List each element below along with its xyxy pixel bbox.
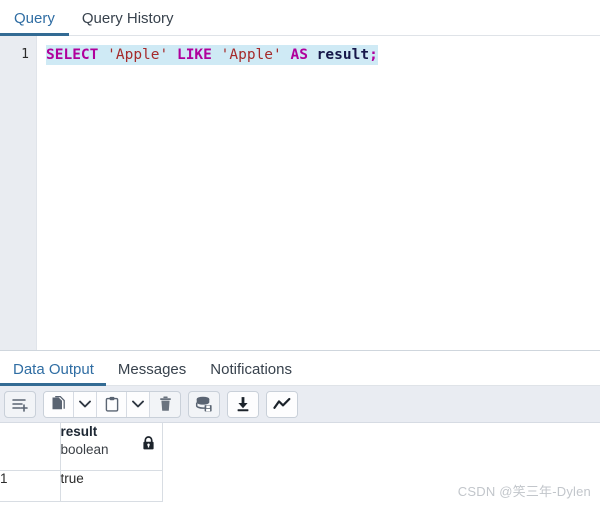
add-row-icon	[11, 397, 29, 412]
row-number-cell[interactable]: 1	[0, 470, 61, 502]
toolbar-group-row-ops	[4, 390, 36, 418]
copy-icon	[51, 396, 66, 412]
lock-icon	[142, 436, 155, 455]
result-grid-head: result boolean	[0, 423, 163, 471]
sql-token-space	[212, 47, 221, 63]
result-grid: result boolean 1 true	[0, 423, 163, 502]
sql-editor[interactable]: 1 SELECT 'Apple' LIKE 'Apple' AS result;	[0, 36, 600, 351]
save-data-changes-button[interactable]	[189, 392, 219, 417]
toolbar-group-graph	[266, 390, 298, 418]
graph-visualiser-button[interactable]	[267, 391, 297, 417]
add-row-button[interactable]	[5, 392, 35, 417]
sql-token-string: 'Apple'	[107, 47, 169, 63]
query-tool-tabbar: Query Query History	[0, 0, 600, 36]
sql-token-string: 'Apple'	[220, 47, 282, 63]
result-grid-body: 1 true	[0, 470, 163, 502]
tab-query-label: Query	[14, 10, 55, 27]
save-data-icon	[195, 396, 213, 412]
sql-token-keyword: AS	[290, 47, 308, 63]
copy-button[interactable]	[44, 391, 74, 417]
chevron-down-icon	[79, 400, 91, 408]
table-header-row: result boolean	[0, 423, 163, 471]
line-number-gutter: 1	[0, 36, 37, 350]
pgadmin-query-tool: Query Query History 1 SELECT 'Apple' LIK…	[0, 0, 600, 522]
result-value-cell[interactable]: true	[60, 470, 163, 502]
copy-options-button[interactable]	[74, 391, 97, 417]
download-icon	[235, 396, 251, 412]
sql-statement-line[interactable]: SELECT 'Apple' LIKE 'Apple' AS result;	[46, 45, 378, 65]
sql-token-punctuation: ;	[369, 47, 378, 63]
tab-messages[interactable]: Messages	[106, 362, 198, 385]
watermark: CSDN @笑三年-Dylen	[457, 484, 591, 499]
sql-token-identifier: result	[316, 47, 370, 63]
result-grid-container[interactable]: result boolean 1 true	[0, 423, 600, 522]
sql-token-keyword: SELECT	[46, 47, 99, 63]
sql-token-space	[168, 47, 177, 63]
trash-icon	[159, 396, 172, 412]
output-tabbar: Data Output Messages Notifications	[0, 351, 600, 386]
chevron-down-icon	[132, 400, 144, 408]
delete-row-button[interactable]	[150, 392, 180, 417]
tab-data-output[interactable]: Data Output	[0, 361, 106, 386]
column-header-rownum[interactable]	[0, 423, 61, 471]
tab-query-history[interactable]: Query History	[69, 11, 187, 35]
tab-notifications-label: Notifications	[210, 361, 292, 378]
graph-visualiser-icon	[273, 397, 291, 411]
tab-query[interactable]: Query	[0, 10, 69, 36]
data-output-toolbar	[0, 386, 600, 423]
line-number: 1	[21, 47, 29, 62]
toolbar-group-download	[227, 390, 259, 418]
column-header-result[interactable]: result boolean	[60, 423, 163, 471]
toolbar-group-save	[188, 390, 220, 418]
paste-icon	[105, 396, 119, 412]
paste-button[interactable]	[97, 391, 127, 417]
tab-data-output-label: Data Output	[13, 361, 94, 378]
paste-options-button[interactable]	[127, 391, 150, 417]
sql-token-space	[308, 47, 317, 63]
download-results-button[interactable]	[228, 391, 258, 417]
toolbar-group-copy	[43, 390, 181, 418]
tab-notifications[interactable]: Notifications	[198, 362, 304, 385]
table-row[interactable]: 1 true	[0, 470, 163, 502]
sql-token-keyword: LIKE	[176, 47, 212, 63]
tab-query-history-label: Query History	[81, 10, 174, 27]
tab-messages-label: Messages	[117, 361, 187, 378]
sql-code-area[interactable]: SELECT 'Apple' LIKE 'Apple' AS result;	[37, 36, 600, 350]
sql-token-space	[98, 47, 107, 63]
